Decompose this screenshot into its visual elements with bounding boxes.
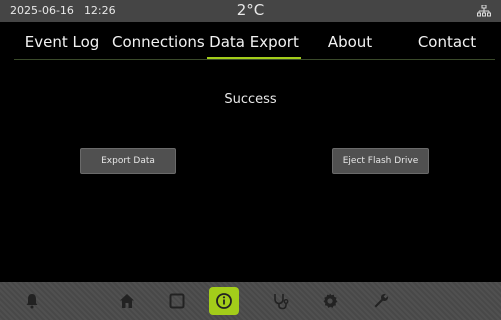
status-message: Success bbox=[224, 92, 277, 107]
gear-icon[interactable] bbox=[317, 288, 343, 314]
stethoscope-icon[interactable] bbox=[268, 288, 294, 314]
bottom-nav-bar bbox=[0, 282, 501, 320]
status-bar: 2025-06-16 12:26 2°C bbox=[0, 0, 501, 22]
tab-about[interactable]: About bbox=[318, 22, 382, 60]
temperature-readout: 2°C bbox=[236, 1, 265, 19]
eject-flash-drive-button[interactable]: Eject Flash Drive bbox=[332, 148, 429, 174]
tab-contact[interactable]: Contact bbox=[412, 22, 482, 60]
info-icon[interactable] bbox=[209, 287, 239, 315]
tabs-divider bbox=[14, 59, 495, 60]
tab-connections[interactable]: Connections bbox=[112, 22, 205, 60]
bell-icon[interactable] bbox=[19, 288, 45, 314]
square-icon[interactable] bbox=[164, 288, 190, 314]
tab-event-log[interactable]: Event Log bbox=[22, 22, 102, 60]
network-icon bbox=[477, 5, 491, 17]
home-icon[interactable] bbox=[114, 288, 140, 314]
wrench-icon[interactable] bbox=[368, 288, 394, 314]
export-data-button[interactable]: Export Data bbox=[80, 148, 176, 174]
tab-data-export[interactable]: Data Export bbox=[207, 22, 301, 60]
nav-tabs: Event Log Connections Data Export About … bbox=[0, 22, 501, 60]
